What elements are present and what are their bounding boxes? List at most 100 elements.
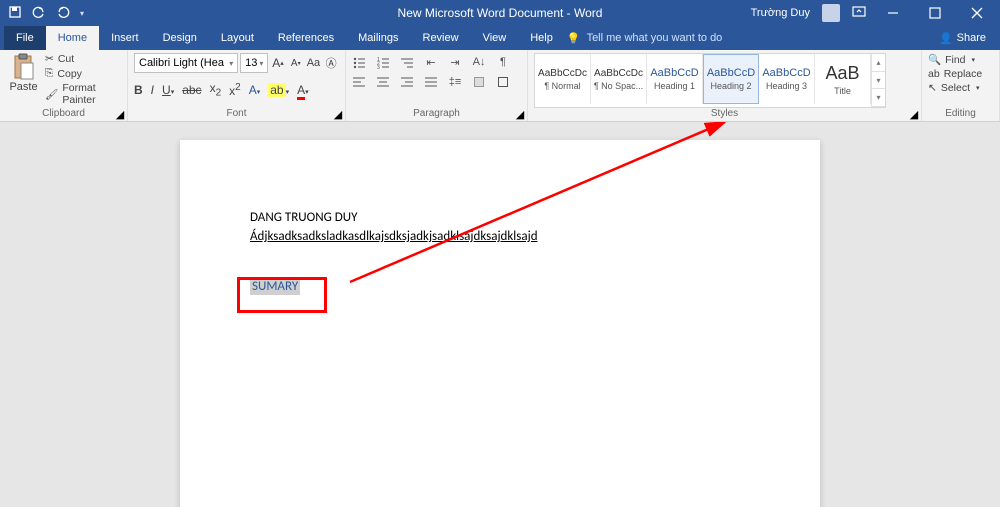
doc-summary-heading[interactable]: SUMARY	[250, 278, 300, 295]
cut-label: Cut	[58, 53, 74, 65]
copy-icon: ⎘	[45, 67, 53, 80]
svg-text:3: 3	[377, 65, 380, 71]
sort-button[interactable]: A↓	[472, 55, 486, 69]
italic-button[interactable]: I	[151, 83, 154, 97]
find-button[interactable]: 🔍Find▾	[928, 53, 993, 66]
cut-button[interactable]: ✂ Cut	[45, 53, 121, 65]
text-effects-button[interactable]: A▾	[249, 83, 261, 97]
change-case-button[interactable]: Aa	[306, 53, 322, 73]
document-area[interactable]: DANG TRUONG DUY Ádjksadksadksladkasdlkaj…	[0, 122, 1000, 507]
undo-icon[interactable]	[32, 5, 46, 22]
share-button[interactable]: 👤 Share	[925, 26, 1000, 50]
style-normal[interactable]: AaBbCcDc¶ Normal	[535, 54, 591, 104]
qat-customize-icon[interactable]: ▾	[80, 9, 84, 18]
format-painter-button[interactable]: 🖌Format Painter	[45, 82, 121, 106]
redo-icon[interactable]	[56, 5, 70, 22]
title-bar: ▾ New Microsoft Word Document - Word Trư…	[0, 0, 1000, 26]
font-size-combo[interactable]: 13▾	[240, 53, 268, 73]
bullets-button[interactable]	[352, 55, 366, 69]
replace-button[interactable]: abReplace	[928, 68, 993, 80]
font-dialog-launcher[interactable]: ◢	[333, 109, 343, 119]
copy-label: Copy	[57, 68, 82, 80]
font-name-combo[interactable]: Calibri Light (Hea▾	[134, 53, 238, 73]
lightbulb-icon: 💡	[567, 32, 581, 45]
clear-formatting-button[interactable]: Ⓐ	[323, 53, 339, 73]
tab-insert[interactable]: Insert	[99, 26, 151, 50]
subscript-button[interactable]: x2	[210, 81, 222, 98]
superscript-button[interactable]: x2	[229, 82, 241, 98]
strikethrough-button[interactable]: abc	[182, 83, 201, 97]
style-heading3[interactable]: AaBbCcDHeading 3	[759, 54, 815, 104]
ribbon-display-icon[interactable]	[852, 6, 866, 21]
style-preview: AaBbCcDc	[538, 68, 587, 79]
style-name: Heading 1	[654, 81, 695, 91]
maximize-button[interactable]	[920, 0, 950, 26]
borders-button[interactable]	[496, 75, 510, 89]
align-right-button[interactable]	[400, 75, 414, 89]
copy-button[interactable]: ⎘ Copy	[45, 67, 121, 80]
style-heading2[interactable]: AaBbCcDHeading 2	[703, 54, 759, 104]
paragraph-dialog-launcher[interactable]: ◢	[515, 109, 525, 119]
style-no-spacing[interactable]: AaBbCcDc¶ No Spac...	[591, 54, 647, 104]
tab-mailings[interactable]: Mailings	[346, 26, 410, 50]
show-marks-button[interactable]: ¶	[496, 55, 510, 69]
document-title: New Microsoft Word Document - Word	[398, 6, 603, 20]
numbering-button[interactable]: 123	[376, 55, 390, 69]
align-center-button[interactable]	[376, 75, 390, 89]
clipboard-label: Clipboard	[6, 108, 121, 121]
tell-me-label: Tell me what you want to do	[587, 32, 723, 44]
styles-dialog-launcher[interactable]: ◢	[909, 109, 919, 119]
decrease-indent-button[interactable]: ⇤	[424, 55, 438, 69]
shading-button[interactable]	[472, 75, 486, 89]
doc-line-2[interactable]: Ádjksadksadksladkasdlkajsdksjadkjsadklsa…	[250, 229, 750, 244]
share-icon: 👤	[939, 32, 953, 45]
eraser-icon: Ⓐ	[326, 55, 337, 71]
ribbon: Paste ✂ Cut ⎘ Copy 🖌Format Painter Clipboa…	[0, 50, 1000, 122]
font-color-button[interactable]: A▾	[297, 83, 309, 97]
brush-icon: 🖌	[45, 88, 58, 101]
group-font: Calibri Light (Hea▾ 13▾ A▴ A▾ Aa Ⓐ B I U…	[128, 50, 346, 121]
tab-review[interactable]: Review	[411, 26, 471, 50]
increase-indent-button[interactable]: ⇥	[448, 55, 462, 69]
underline-button[interactable]: U▾	[162, 83, 174, 97]
tab-design[interactable]: Design	[151, 26, 209, 50]
increase-font-button[interactable]: A▴	[270, 53, 286, 73]
scissors-icon: ✂	[45, 53, 54, 65]
page[interactable]: DANG TRUONG DUY Ádjksadksadksladkasdlkaj…	[180, 140, 820, 507]
save-icon[interactable]	[8, 5, 22, 22]
group-styles: AaBbCcDc¶ Normal AaBbCcDc¶ No Spac... Aa…	[528, 50, 922, 121]
tab-file[interactable]: File	[4, 26, 46, 50]
style-preview: AaBbCcD	[707, 67, 755, 79]
user-name[interactable]: Trường Duy	[751, 7, 810, 19]
font-group-label: Font	[134, 108, 339, 121]
line-spacing-button[interactable]: ‡≡	[448, 75, 462, 89]
minimize-button[interactable]	[878, 0, 908, 26]
style-title[interactable]: AaBTitle	[815, 54, 871, 104]
select-button[interactable]: ↖Select▾	[928, 82, 993, 94]
align-left-button[interactable]	[352, 75, 366, 89]
style-heading1[interactable]: AaBbCcDHeading 1	[647, 54, 703, 104]
multilevel-list-button[interactable]	[400, 55, 414, 69]
justify-button[interactable]	[424, 75, 438, 89]
bold-button[interactable]: B	[134, 83, 143, 97]
highlight-button[interactable]: ab▾	[268, 83, 289, 97]
close-button[interactable]	[962, 0, 992, 26]
style-name: Heading 3	[766, 81, 807, 91]
style-preview: AaBbCcDc	[594, 68, 643, 79]
gallery-up-button[interactable]: ▴	[872, 54, 885, 72]
tab-references[interactable]: References	[266, 26, 346, 50]
tell-me-search[interactable]: 💡 Tell me what you want to do	[567, 26, 722, 50]
paste-label: Paste	[9, 81, 37, 93]
tab-view[interactable]: View	[471, 26, 519, 50]
user-avatar-icon[interactable]	[822, 4, 840, 22]
tab-help[interactable]: Help	[518, 26, 565, 50]
doc-line-1[interactable]: DANG TRUONG DUY	[250, 210, 750, 225]
tab-home[interactable]: Home	[46, 26, 99, 50]
clipboard-dialog-launcher[interactable]: ◢	[115, 109, 125, 119]
gallery-down-button[interactable]: ▾	[872, 72, 885, 90]
gallery-more-button[interactable]: ▾	[872, 89, 885, 107]
styles-gallery: AaBbCcDc¶ Normal AaBbCcDc¶ No Spac... Aa…	[534, 53, 886, 108]
decrease-font-button[interactable]: A▾	[288, 53, 304, 73]
paste-button[interactable]: Paste	[6, 53, 41, 108]
tab-layout[interactable]: Layout	[209, 26, 266, 50]
